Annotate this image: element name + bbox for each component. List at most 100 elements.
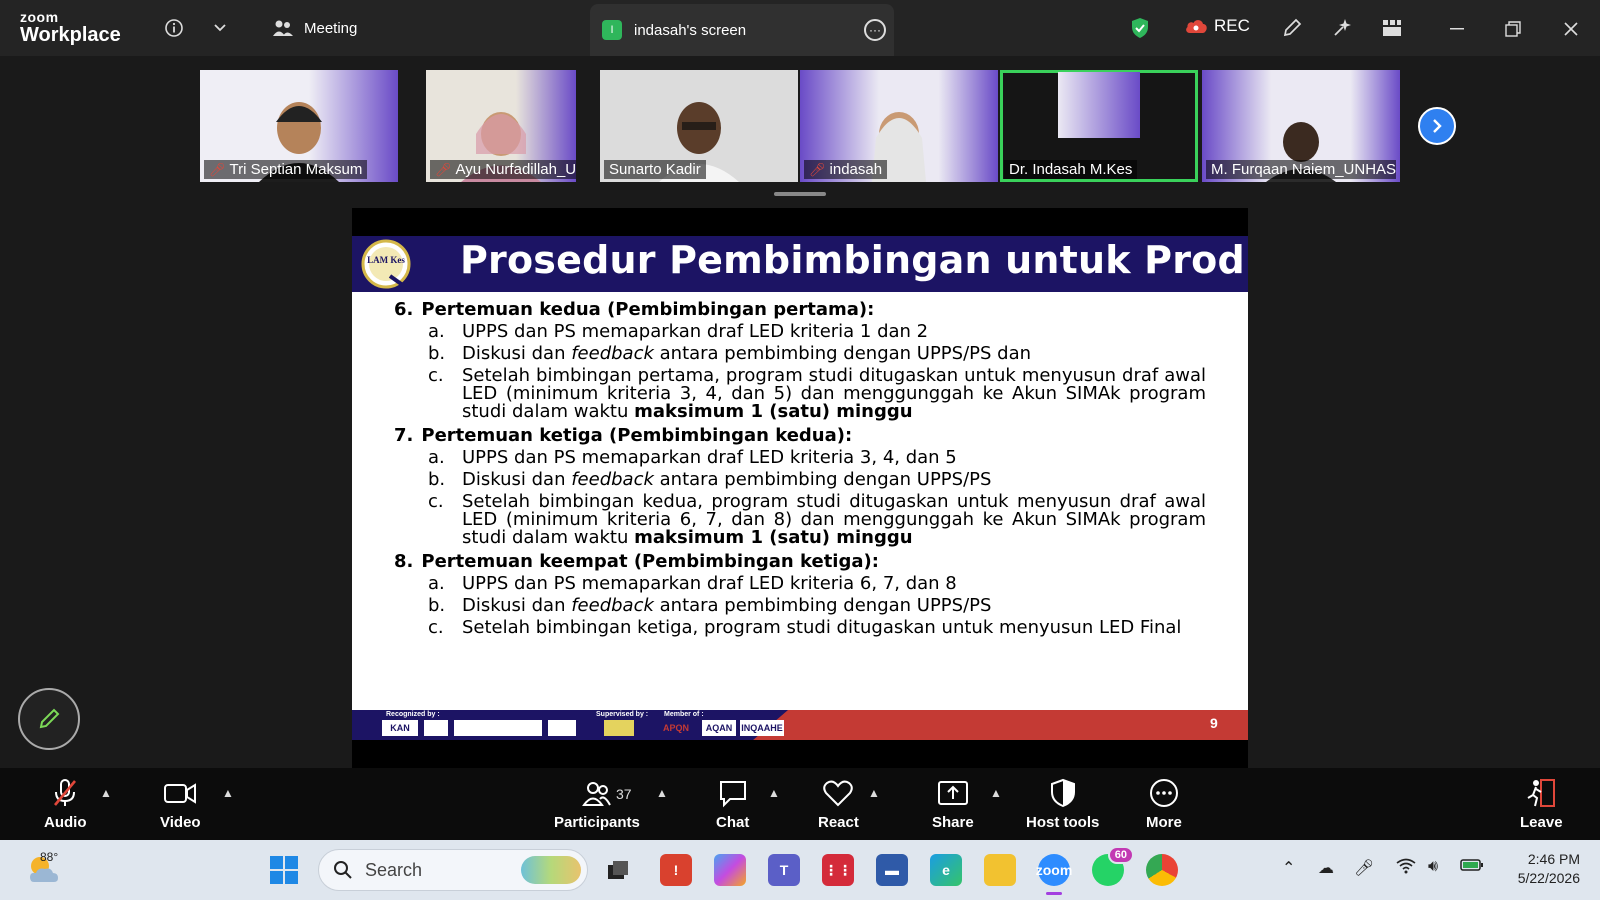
host-tools-button[interactable]: Host tools bbox=[1026, 778, 1099, 831]
section-heading: 7. Pertemuan ketiga (Pembimbingan kedua): bbox=[394, 427, 1206, 445]
battery-icon[interactable] bbox=[1460, 858, 1484, 877]
screen-share-tab[interactable]: I indasah's screen ··· bbox=[590, 4, 894, 56]
chevron-up-icon[interactable]: ⌃ bbox=[1282, 858, 1295, 878]
start-button[interactable] bbox=[270, 856, 298, 884]
wifi-icon[interactable] bbox=[1396, 858, 1416, 879]
share-options-caret[interactable]: ▲ bbox=[990, 786, 1002, 800]
close-icon[interactable] bbox=[1556, 14, 1586, 44]
item-text-part: antara pembimbing dengan UPPS/PS bbox=[653, 469, 992, 490]
slide-title: Prosedur Pembimbingan untuk Prodi (3) bbox=[460, 238, 1248, 282]
screen-tab-badge: I bbox=[602, 20, 622, 40]
strip-resize-handle[interactable] bbox=[774, 192, 826, 196]
info-icon[interactable] bbox=[162, 16, 186, 40]
annotate-button[interactable] bbox=[18, 688, 80, 750]
participant-tile-active[interactable]: Dr. Indasah M.Kes bbox=[1000, 70, 1198, 182]
clock-date: 5/22/2026 bbox=[1517, 869, 1580, 886]
weather-widget[interactable]: 88° bbox=[26, 850, 66, 890]
more-options-icon[interactable]: ··· bbox=[864, 19, 886, 41]
react-label: React bbox=[818, 814, 859, 831]
participant-name: Tri Septian Maksum bbox=[229, 161, 363, 178]
item-letter: c. bbox=[428, 365, 444, 386]
annotate-pencil-icon[interactable] bbox=[1280, 16, 1304, 40]
task-view-icon[interactable] bbox=[602, 854, 634, 886]
participant-tile[interactable]: M. Furqaan Naiem_UNHAS bbox=[1202, 70, 1400, 182]
zoom-taskbar-icon[interactable]: zoom bbox=[1036, 854, 1072, 895]
share-screen-icon bbox=[937, 781, 968, 805]
logo-line1: zoom bbox=[20, 9, 59, 25]
section-number: 6. bbox=[394, 299, 414, 320]
participants-icon bbox=[582, 782, 611, 806]
teams-icon[interactable]: T bbox=[768, 854, 800, 886]
sponsor-logo-apqn: APQN bbox=[656, 720, 696, 736]
section-number: 7. bbox=[394, 425, 414, 446]
item-letter: b. bbox=[428, 595, 446, 616]
audio-options-caret[interactable]: ▲ bbox=[100, 786, 112, 800]
more-button[interactable]: More bbox=[1146, 778, 1182, 831]
slide-top-black-bar bbox=[352, 208, 1248, 236]
participant-tile[interactable]: Sunarto Kadir bbox=[600, 70, 798, 182]
volume-icon[interactable]: 🔊︎ bbox=[1428, 858, 1438, 876]
item-text-emphasis: feedback bbox=[571, 343, 654, 364]
app-icon-tray[interactable]: ▬ bbox=[876, 854, 908, 886]
chat-label: Chat bbox=[716, 814, 750, 831]
more-dots-icon bbox=[1149, 779, 1178, 807]
supervised-label: Supervised by : bbox=[596, 711, 649, 718]
item-text-part: Diskusi dan bbox=[462, 595, 572, 616]
participant-tile[interactable]: 🎤︎Ayu Nurfadillah_UNG bbox=[426, 70, 576, 182]
system-clock[interactable]: 2:46 PM 5/22/2026 bbox=[1500, 850, 1580, 888]
item-text-strong: maksimum 1 (satu) minggu bbox=[634, 527, 913, 548]
app-icon-dots[interactable]: ⋮⋮ bbox=[822, 854, 854, 886]
section-heading: 6. Pertemuan kedua (Pembimbingan pertama)… bbox=[394, 301, 1206, 319]
edge-browser-icon[interactable]: e bbox=[930, 854, 962, 886]
app-icon-red[interactable]: ! bbox=[660, 854, 692, 886]
audio-button[interactable]: Audio bbox=[44, 778, 87, 831]
item-text: Setelah bimbingan kedua, program studi d… bbox=[462, 493, 1206, 547]
meeting-tab[interactable]: Meeting bbox=[272, 14, 357, 42]
muted-mic-icon: 🎤︎ bbox=[209, 161, 226, 177]
item-text-part: antara pembimbing dengan UPPS/PS bbox=[653, 595, 992, 616]
whatsapp-icon[interactable]: 60 bbox=[1092, 846, 1134, 886]
list-item: c. Setelah bimbingan ketiga, program stud… bbox=[428, 619, 1206, 637]
item-text: UPPS dan PS memaparkan draf LED kriteria… bbox=[462, 447, 957, 468]
chat-button[interactable]: Chat bbox=[716, 778, 749, 831]
video-button[interactable]: Video bbox=[160, 778, 201, 831]
copilot-icon[interactable] bbox=[714, 854, 746, 886]
item-letter: a. bbox=[428, 573, 445, 594]
host-tools-label: Host tools bbox=[1026, 814, 1100, 831]
item-letter: c. bbox=[428, 617, 444, 638]
video-options-caret[interactable]: ▲ bbox=[222, 786, 234, 800]
participants-count: 37 bbox=[616, 786, 632, 802]
participants-options-caret[interactable]: ▲ bbox=[656, 786, 668, 800]
microphone-tray-icon[interactable]: 🎤︎ bbox=[1354, 858, 1374, 878]
restore-icon[interactable] bbox=[1498, 14, 1528, 44]
screen-tab-label: indasah's screen bbox=[634, 21, 747, 39]
file-explorer-icon[interactable] bbox=[984, 854, 1016, 886]
cloud-sync-icon[interactable]: ☁ bbox=[1318, 858, 1334, 878]
ai-companion-icon[interactable] bbox=[1330, 16, 1354, 40]
minimize-icon[interactable] bbox=[1442, 14, 1472, 44]
chevron-right-icon bbox=[1433, 119, 1442, 133]
participant-tile[interactable]: 🎤︎ indasah bbox=[800, 70, 998, 182]
react-button[interactable]: React bbox=[818, 778, 859, 831]
taskbar-search[interactable]: Search bbox=[318, 849, 588, 891]
zoom-logo: zoom Workplace bbox=[20, 10, 121, 45]
list-item: a. UPPS dan PS memaparkan draf LED kriter… bbox=[428, 323, 1206, 341]
share-button[interactable]: Share bbox=[932, 778, 974, 831]
meeting-toolbar: Audio ▲ Video ▲ Participants 37 ▲ Chat ▲… bbox=[0, 768, 1600, 840]
list-item: c. Setelah bimbingan pertama, program stu… bbox=[428, 367, 1206, 421]
audio-label: Audio bbox=[44, 814, 87, 831]
recording-indicator[interactable]: REC bbox=[1184, 16, 1250, 36]
participant-tile[interactable]: 🎤︎ Tri Septian Maksum bbox=[200, 70, 398, 182]
leave-button[interactable]: Leave bbox=[1520, 778, 1563, 831]
clock-time: 2:46 PM bbox=[1527, 851, 1580, 867]
apps-grid-icon[interactable] bbox=[1380, 16, 1404, 40]
list-item: b. Diskusi dan feedback antara pembimbing… bbox=[428, 597, 1206, 615]
next-page-button[interactable] bbox=[1418, 107, 1456, 145]
item-letter: a. bbox=[428, 321, 445, 342]
chat-options-caret[interactable]: ▲ bbox=[768, 786, 780, 800]
shield-check-icon[interactable] bbox=[1128, 16, 1152, 40]
chrome-icon[interactable] bbox=[1146, 854, 1178, 886]
chevron-down-icon[interactable] bbox=[208, 16, 232, 40]
react-options-caret[interactable]: ▲ bbox=[868, 786, 880, 800]
slide-section: 7. Pertemuan ketiga (Pembimbingan kedua):… bbox=[394, 427, 1206, 547]
